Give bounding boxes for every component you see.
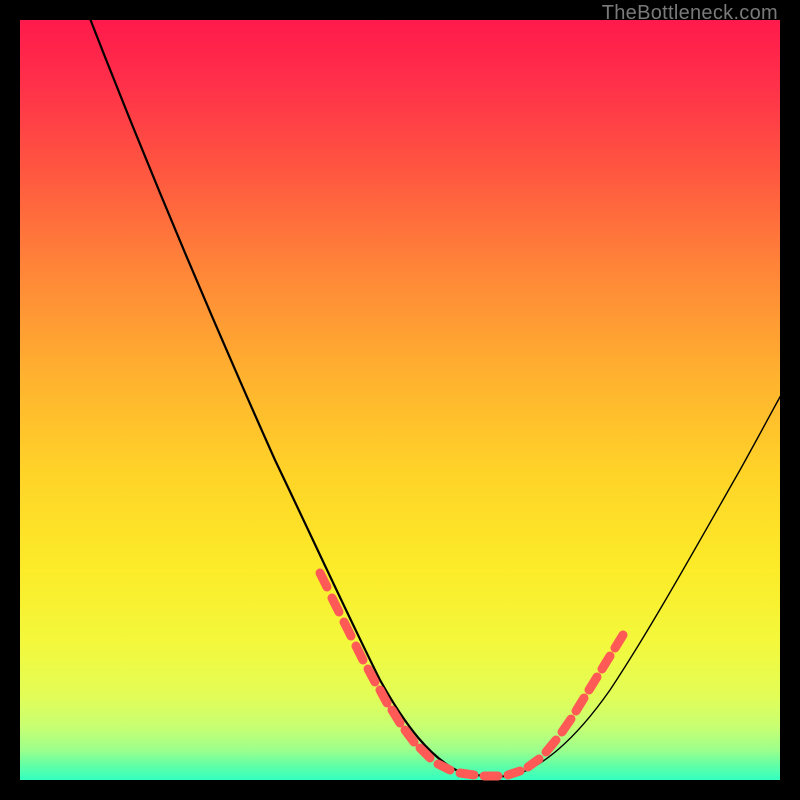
dash-seg <box>320 573 327 587</box>
dash-seg <box>602 656 610 669</box>
dash-seg <box>356 646 363 660</box>
dash-seg <box>344 622 351 636</box>
dash-seg <box>460 773 474 775</box>
dash-seg <box>332 598 339 612</box>
plot-area <box>20 20 780 780</box>
dash-seg <box>528 759 539 767</box>
dash-seg <box>576 698 584 711</box>
chart-svg <box>20 20 780 780</box>
dash-seg <box>508 771 520 775</box>
curve-right-branch <box>510 388 785 776</box>
dash-seg <box>562 719 571 732</box>
curve-left-branch <box>75 0 460 772</box>
dash-seg <box>438 764 450 770</box>
dash-seg <box>589 677 597 690</box>
dash-seg <box>615 635 623 648</box>
dash-seg <box>546 740 556 752</box>
chart-stage: TheBottleneck.com <box>0 0 800 800</box>
dash-group <box>320 573 623 776</box>
dash-seg <box>380 690 387 703</box>
dash-seg <box>368 669 375 682</box>
